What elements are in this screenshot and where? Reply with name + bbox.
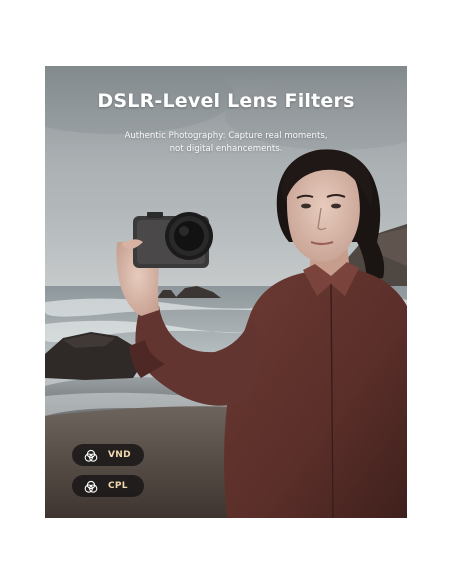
cpl-filter-label: CPL: [108, 481, 128, 491]
filter-rings-icon: [84, 448, 98, 462]
vnd-filter-label: VND: [108, 450, 131, 460]
hero-banner: DSLR-Level Lens Filters Authentic Photog…: [45, 66, 407, 518]
cpl-filter-chip[interactable]: CPL: [72, 475, 144, 497]
filter-rings-icon: [84, 479, 98, 493]
banner-subtitle-line-1: Authentic Photography: Capture real mome…: [124, 131, 328, 141]
product-page: DSLR-Level Lens Filters Authentic Photog…: [0, 0, 452, 584]
banner-subtitle-line-2: not digital enhancements.: [169, 144, 283, 154]
vnd-filter-chip[interactable]: VND: [72, 444, 144, 466]
banner-title: DSLR-Level Lens Filters: [97, 90, 355, 112]
banner-subtitle: Authentic Photography: Capture real mome…: [95, 130, 357, 156]
